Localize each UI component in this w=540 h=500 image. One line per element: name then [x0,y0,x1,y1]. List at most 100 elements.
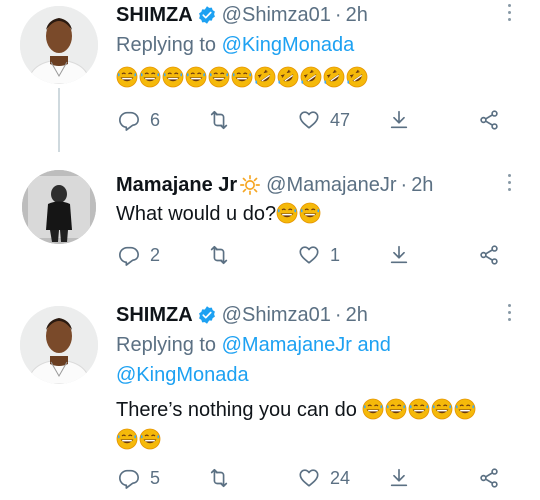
more-options-icon[interactable] [506,304,512,326]
grinning-sweat-emoji-icon [408,398,430,420]
display-name[interactable]: Mamajane Jr [116,172,237,198]
grinning-sweat-emoji-icon [185,66,207,88]
download-icon [388,467,410,489]
reply-button[interactable]: 6 [118,109,160,131]
verified-icon [197,5,217,25]
download-button[interactable] [388,244,410,266]
like-button[interactable]: 1 [298,244,340,266]
user-handle[interactable]: @Shimza01 [222,2,331,28]
rofl-emoji-icon [277,66,299,88]
user-handle[interactable]: @MamajaneJr [266,172,396,198]
timestamp[interactable]: 2h [411,172,433,198]
retweet-button[interactable] [208,109,230,131]
tweet-actions: 5 24 [116,467,516,495]
retweet-icon [208,467,230,489]
mention-link[interactable]: @MamajaneJr and [222,334,391,356]
retweet-button[interactable] [208,467,230,489]
verified-icon [197,305,217,325]
share-button[interactable] [478,244,500,266]
tweet-emoji-line2 [116,426,162,454]
grinning-sweat-emoji-icon [454,398,476,420]
reply-icon [118,109,140,131]
tweet-text: What would u do? [116,200,322,228]
like-count: 1 [330,244,341,265]
share-button[interactable] [478,467,500,489]
replying-to: Replying to @MamajaneJr and [116,331,391,359]
reply-count: 6 [150,109,161,130]
tweet-emoji [276,203,322,225]
avatar-image [20,306,98,384]
like-count: 24 [330,467,351,488]
grinning-sweat-emoji-icon [139,428,161,450]
reply-button[interactable]: 5 [118,467,160,489]
tweet-header: SHIMZA @Shimza01 · 2h [116,302,368,328]
like-button[interactable]: 24 [298,467,350,489]
display-name[interactable]: SHIMZA [116,302,193,328]
replying-prefix: Replying to [116,34,217,56]
tweet-text-body: There’s nothing you can do [116,399,357,421]
replying-to: Replying to @KingMonada [116,31,354,59]
tweet-3[interactable]: SHIMZA @Shimza01 · 2h Replying to @Mamaj… [0,300,540,500]
share-icon [478,467,500,489]
retweet-icon [208,109,230,131]
share-button[interactable] [478,109,500,131]
more-options-icon[interactable] [506,4,512,26]
like-count: 47 [330,109,351,130]
tweet-text-body: What would u do? [116,203,277,225]
separator-dot: · [334,304,342,326]
avatar-image [22,170,96,244]
grinning-sweat-emoji-icon [116,66,138,88]
retweet-button[interactable] [208,244,230,266]
mention-link[interactable]: @KingMonada [116,364,249,386]
reply-button[interactable]: 2 [118,244,160,266]
grinning-sweat-emoji-icon [385,398,407,420]
separator-dot: · [400,174,408,196]
reply-icon [118,467,140,489]
avatar[interactable] [20,306,98,384]
thread-line [58,88,60,152]
grinning-sweat-emoji-icon [431,398,453,420]
user-handle[interactable]: @Shimza01 [222,302,331,328]
heart-icon [298,467,320,489]
share-icon [478,244,500,266]
grinning-sweat-emoji-icon [231,66,253,88]
display-name[interactable]: SHIMZA [116,2,193,28]
grinning-sweat-emoji-icon [299,202,321,224]
tweet-actions: 6 47 [116,109,516,137]
avatar[interactable] [22,170,96,244]
replying-prefix: Replying to [116,334,217,356]
timestamp[interactable]: 2h [346,302,368,328]
avatar-image [20,6,98,84]
grinning-sweat-emoji-icon [208,66,230,88]
mention-link[interactable]: @KingMonada [222,34,355,56]
timestamp[interactable]: 2h [346,2,368,28]
tweet-header: Mamajane Jr @MamajaneJr · 2h [116,172,433,198]
share-icon [478,109,500,131]
separator-dot: · [334,4,342,26]
reply-icon [118,244,140,266]
grinning-sweat-emoji-icon [116,428,138,450]
tweet-emoji [362,399,477,421]
like-button[interactable]: 47 [298,109,350,131]
retweet-icon [208,244,230,266]
sun-icon [239,174,261,196]
more-options-icon[interactable] [506,174,512,196]
tweet-text: There’s nothing you can do [116,396,477,424]
rofl-emoji-icon [254,66,276,88]
tweet-2[interactable]: Mamajane Jr @MamajaneJr · 2h What would … [0,170,540,282]
tweet-1[interactable]: SHIMZA @Shimza01 · 2h Replying to @KingM… [0,0,540,152]
heart-icon [298,109,320,131]
reply-count: 5 [150,467,161,488]
grinning-sweat-emoji-icon [362,398,384,420]
tweet-actions: 2 1 [116,244,516,272]
reply-count: 2 [150,244,161,265]
download-button[interactable] [388,109,410,131]
download-button[interactable] [388,467,410,489]
tweet-text [116,64,369,92]
heart-icon [298,244,320,266]
download-icon [388,109,410,131]
avatar[interactable] [20,6,98,84]
rofl-emoji-icon [346,66,368,88]
replying-to-cont: @KingMonada [116,361,249,389]
tweet-header: SHIMZA @Shimza01 · 2h [116,2,368,28]
